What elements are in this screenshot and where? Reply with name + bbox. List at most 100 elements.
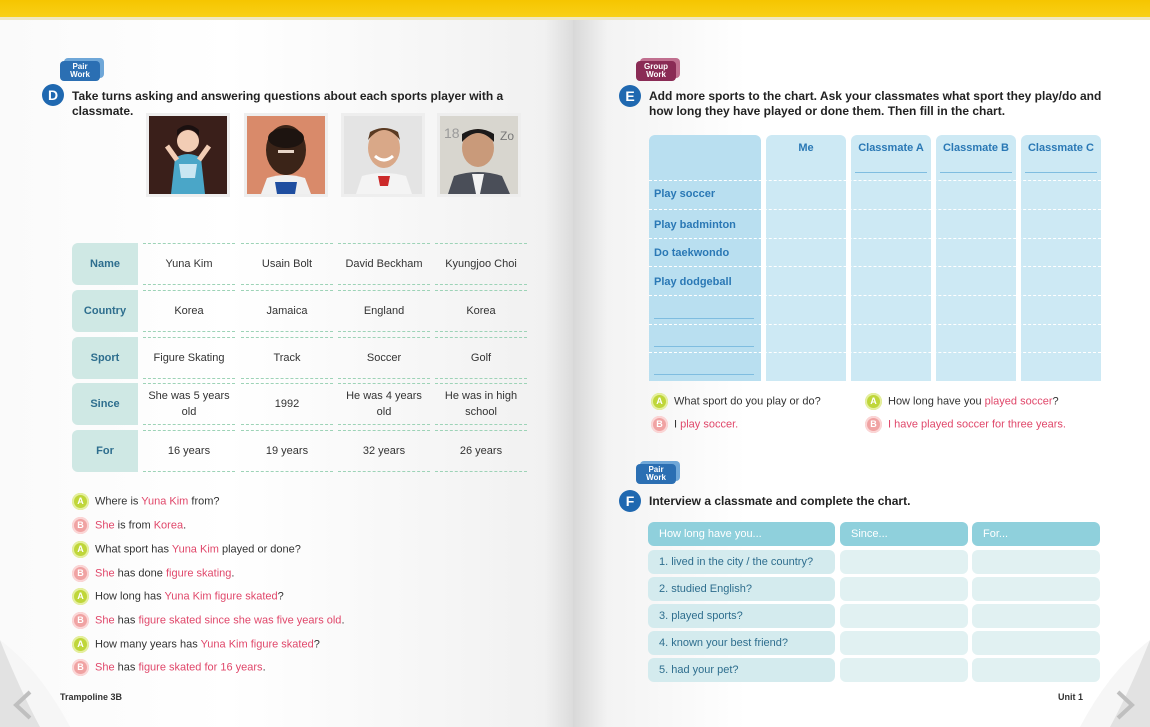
svg-text:Zo: Zo — [500, 129, 514, 143]
interview-answer-since[interactable] — [840, 604, 968, 628]
speaker-a-icon: A — [72, 541, 89, 558]
row-divider — [649, 209, 1101, 210]
row-divider — [649, 352, 1101, 353]
interview-answer-for[interactable] — [972, 604, 1100, 628]
chart-header-me: Me — [798, 142, 814, 154]
blank-activity-line[interactable] — [654, 346, 754, 347]
table-cell: Soccer — [338, 337, 430, 379]
interview-header-question: How long have you... — [648, 522, 835, 546]
table-cell: He was in high school — [435, 383, 527, 425]
chart-header-classmate-a: Classmate A — [858, 142, 924, 154]
player-photo-david-beckham — [341, 113, 425, 197]
blank-activity-line[interactable] — [654, 374, 754, 375]
top-banner — [0, 0, 1150, 20]
speaker-a-icon: A — [72, 588, 89, 605]
interview-answer-since[interactable] — [840, 631, 968, 655]
group-work-badge: Group Work — [636, 61, 676, 81]
table-cell: 1992 — [241, 383, 333, 425]
table-cell: Jamaica — [241, 290, 333, 332]
instruction-f: Interview a classmate and complete the c… — [649, 494, 911, 508]
interview-answer-since[interactable] — [840, 550, 968, 574]
interview-question-1: 1. lived in the city / the country? — [648, 550, 835, 574]
dialogue-line: A Where is Yuna Kim from? — [72, 493, 220, 510]
section-letter-d: D — [42, 84, 64, 106]
interview-header-for: For... — [972, 522, 1100, 546]
svg-text:18: 18 — [444, 125, 460, 141]
row-divider — [649, 180, 1101, 181]
blank-activity-line[interactable] — [654, 318, 754, 319]
speaker-b-icon: B — [72, 565, 89, 582]
row-divider — [649, 295, 1101, 296]
dialogue-line: B She is from Korea. — [72, 517, 186, 534]
chart-header-classmate-c: Classmate C — [1027, 142, 1095, 154]
pair-work-badge: Pair Work — [636, 464, 676, 484]
chart-header-classmate-b: Classmate B — [942, 142, 1010, 154]
table-cell: Korea — [435, 290, 527, 332]
speaker-b-icon: B — [651, 416, 668, 433]
activity-label: Play soccer — [654, 188, 716, 200]
example-answer-1: BI play soccer. — [651, 416, 738, 433]
table-cell: David Beckham — [338, 243, 430, 285]
table-cell: Kyungjoo Choi — [435, 243, 527, 285]
table-cell: She was 5 years old — [143, 383, 235, 425]
dialogue-line: B She has done figure skating. — [72, 565, 234, 582]
example-question-2: A How long have you played soccer? — [865, 393, 1059, 410]
table-cell: He was 4 years old — [338, 383, 430, 425]
header-underline — [940, 172, 1012, 173]
prev-page-arrow-icon[interactable] — [8, 688, 38, 722]
player-photo-kyungjoo-choi: 18 Zo — [437, 113, 521, 197]
row-divider — [649, 266, 1101, 267]
table-cell: 26 years — [435, 430, 527, 472]
row-label-sport: Sport — [72, 337, 138, 379]
dialogue-line: B She has figure skated since she was fiv… — [72, 612, 345, 629]
table-cell: Usain Bolt — [241, 243, 333, 285]
player-photo-yuna-kim — [146, 113, 230, 197]
instruction-e: Add more sports to the chart. Ask your c… — [649, 89, 1102, 118]
row-label-for: For — [72, 430, 138, 472]
row-label-since: Since — [72, 383, 138, 425]
speaker-b-icon: B — [72, 659, 89, 676]
speaker-a-icon: A — [651, 393, 668, 410]
dialogue-line: A How many years has Yuna Kim figure skat… — [72, 636, 320, 653]
speaker-a-icon: A — [72, 636, 89, 653]
interview-answer-since[interactable] — [840, 658, 968, 682]
table-cell: Figure Skating — [143, 337, 235, 379]
row-label-name: Name — [72, 243, 138, 285]
row-divider — [649, 238, 1101, 239]
speaker-a-icon: A — [865, 393, 882, 410]
next-page-arrow-icon[interactable] — [1110, 688, 1140, 722]
header-underline — [855, 172, 927, 173]
table-cell: Yuna Kim — [143, 243, 235, 285]
table-cell: England — [338, 290, 430, 332]
section-letter-e: E — [619, 85, 641, 107]
activity-label: Play dodgeball — [654, 276, 732, 288]
example-question-1: A What sport do you play or do? — [651, 393, 821, 410]
interview-answer-since[interactable] — [840, 577, 968, 601]
interview-question-2: 2. studied English? — [648, 577, 835, 601]
table-cell: 16 years — [143, 430, 235, 472]
interview-question-5: 5. had your pet? — [648, 658, 835, 682]
interview-answer-for[interactable] — [972, 577, 1100, 601]
speaker-a-icon: A — [72, 493, 89, 510]
table-cell: 32 years — [338, 430, 430, 472]
section-letter-f: F — [619, 490, 641, 512]
table-cell: Korea — [143, 290, 235, 332]
dialogue-line: B She has figure skated for 16 years. — [72, 659, 266, 676]
header-underline — [1025, 172, 1097, 173]
row-label-country: Country — [72, 290, 138, 332]
interview-question-3: 3. played sports? — [648, 604, 835, 628]
speaker-b-icon: B — [865, 416, 882, 433]
table-cell: Track — [241, 337, 333, 379]
chart-column-me — [766, 135, 846, 381]
speaker-b-icon: B — [72, 517, 89, 534]
table-cell: 19 years — [241, 430, 333, 472]
interview-header-since: Since... — [840, 522, 968, 546]
activity-label: Do taekwondo — [654, 247, 730, 259]
dialogue-line: A What sport has Yuna Kim played or done? — [72, 541, 301, 558]
pair-work-badge: Pair Work — [60, 61, 100, 81]
interview-answer-for[interactable] — [972, 550, 1100, 574]
interview-question-4: 4. known your best friend? — [648, 631, 835, 655]
example-answer-2: BI have played soccer for three years. — [865, 416, 1066, 433]
speaker-b-icon: B — [72, 612, 89, 629]
dialogue-line: A How long has Yuna Kim figure skated? — [72, 588, 284, 605]
